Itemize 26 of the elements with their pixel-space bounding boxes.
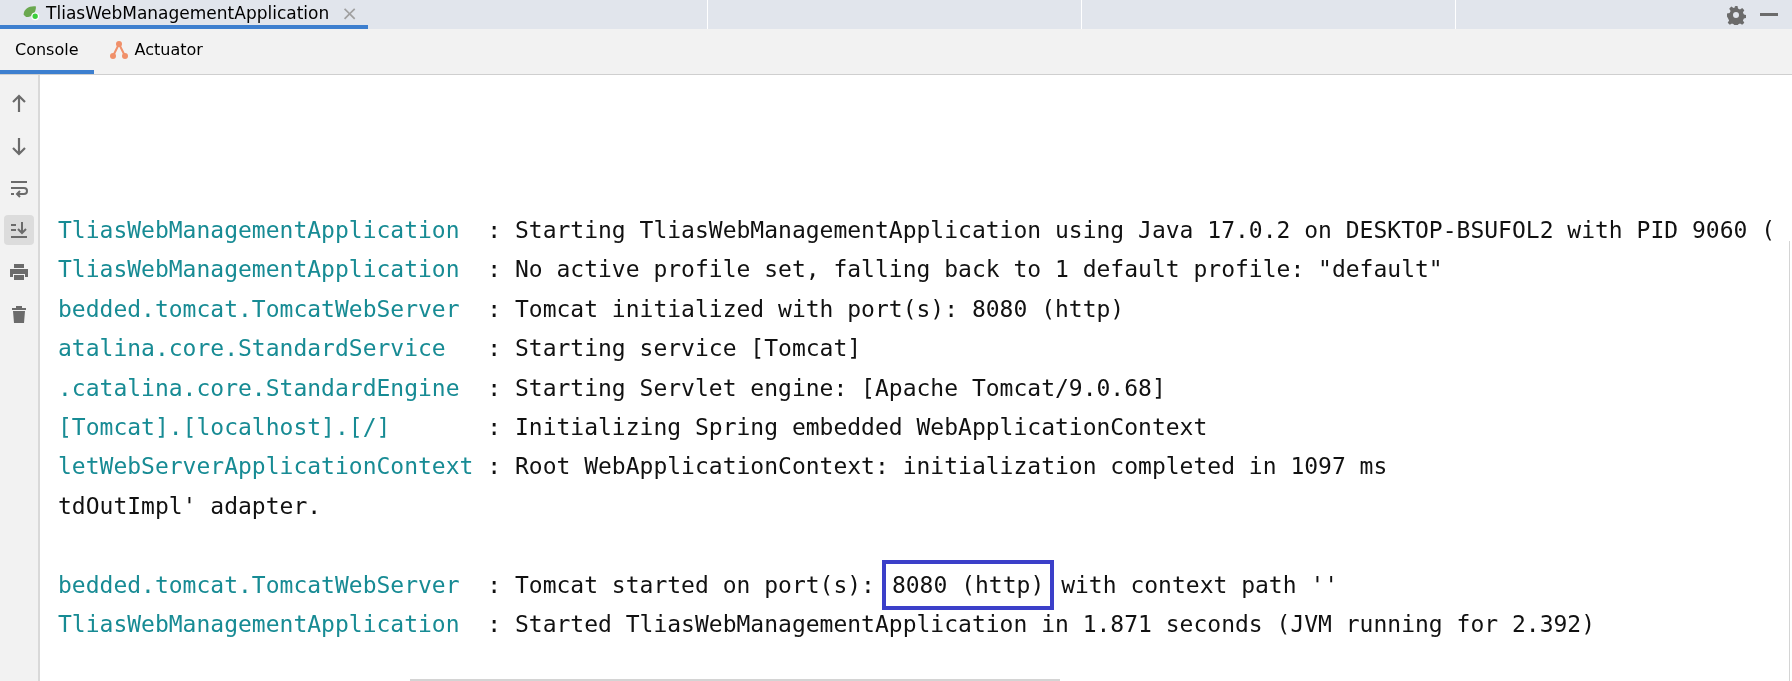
logger-name: bedded.tomcat.TomcatWebServer — [58, 570, 461, 600]
nodes-icon — [108, 39, 129, 60]
log-message: : No active profile set, falling back to 1 default profile: "default" — [487, 255, 1443, 285]
logger-name: TliasWebManagementApplication — [58, 216, 461, 245]
minimize-icon[interactable] — [1760, 12, 1778, 17]
log-message: : Started TliasWebManagementApplication in 1.871 seconds (JVM running for 2.392) — [487, 609, 1596, 639]
log-message: : Starting Servlet engine: [Apache Tomcat/9.0.68] — [487, 373, 1166, 403]
logger-name: bedded.tomcat.TomcatWebServer — [58, 294, 461, 324]
log-message: : Tomcat started on port(s): — [487, 570, 875, 600]
log-message: 8080 (http) — [881, 560, 1055, 611]
log-message: tdOutImpl' adapter. — [58, 491, 322, 521]
log-message: : Starting service [Tomcat] — [487, 334, 862, 364]
logger-name: atalina.core.StandardService — [58, 334, 447, 364]
tool-tab[interactable]: Actuator — [93, 29, 218, 74]
logger-name: [Tomcat].[localhost].[/] — [58, 412, 392, 442]
logger-name: TliasWebManagementApplication — [58, 609, 461, 639]
logger-name: .catalina.core.StandardEngine — [58, 373, 461, 403]
log-message: : Initializing Spring embedded WebApplicationContext — [487, 412, 1208, 442]
log-message: : Starting TliasWebManagementApplication using Java 17.0.2 on DESKTOP-BSUFOL2 with PID 9060 ( — [487, 216, 1776, 245]
log-message: : Tomcat initialized with port(s): 8080 (http) — [487, 294, 1125, 324]
logger-name: TliasWebManagementApplication — [58, 255, 461, 285]
settings-icon[interactable] — [1726, 4, 1746, 25]
logger-name: letWebServerApplicationContext — [58, 452, 475, 482]
scroll-to-end-icon[interactable] — [4, 215, 34, 245]
log-message: with context path '' — [1061, 570, 1339, 600]
log-message: : Root WebApplicationContext: initialization completed in 1097 ms — [487, 452, 1388, 482]
